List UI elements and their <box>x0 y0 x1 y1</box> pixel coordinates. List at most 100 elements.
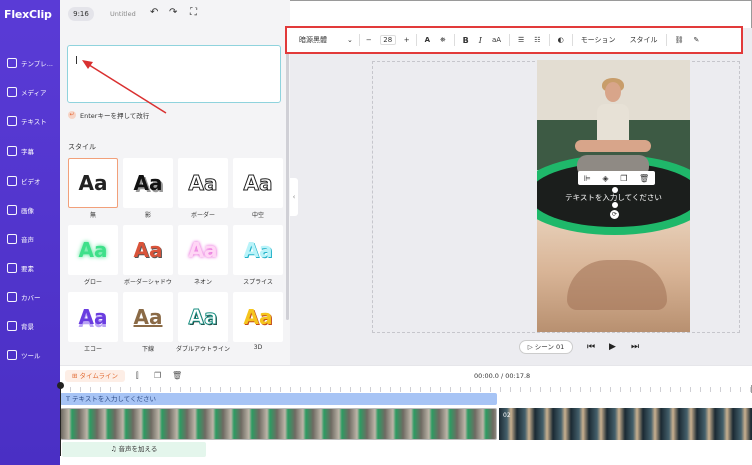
split-icon[interactable]: ⫿ <box>136 370 139 382</box>
font-family-select[interactable]: 暗源黑體 <box>299 35 327 45</box>
resize-handle[interactable] <box>612 187 618 193</box>
motion-button[interactable]: モーション <box>581 35 616 45</box>
highlight-color-icon[interactable]: ⛯ <box>440 36 446 45</box>
skip-back-icon[interactable]: ⏮ <box>587 340 595 354</box>
ruler-tick <box>250 387 251 392</box>
style-label: 3D <box>253 344 263 351</box>
style-echo[interactable]: Aa <box>68 292 118 342</box>
scene-selector[interactable]: ▷ シーン 01 <box>519 340 573 354</box>
ruler-tick <box>130 387 131 392</box>
style-label: 無 <box>89 212 96 219</box>
timeline-ruler[interactable] <box>60 385 752 393</box>
delete-clip-icon[interactable]: 🗑 <box>172 370 182 382</box>
undo-icon[interactable]: ↶ <box>150 8 158 18</box>
timeline-toggle-button[interactable]: ⊞ タイムライン <box>65 370 125 382</box>
edit-icon[interactable]: ✎ <box>693 36 699 44</box>
delete-icon[interactable]: 🗑 <box>639 174 649 183</box>
style-splice[interactable]: Aa <box>233 225 283 275</box>
person-head <box>605 82 621 102</box>
ruler-tick <box>350 387 351 392</box>
timeline-tracks: T テキストを入力してください 02 ♫ 音声を加える <box>60 393 752 465</box>
style-label: エコー <box>83 346 102 353</box>
project-title[interactable]: Untitled <box>110 10 136 18</box>
style-hollow[interactable]: Aa <box>233 158 283 208</box>
video-clip-1[interactable] <box>60 408 497 440</box>
ruler-tick <box>400 387 401 392</box>
ruler-tick <box>520 387 521 392</box>
ruler-tick <box>230 387 231 392</box>
toolbar-divider <box>571 34 573 46</box>
toolbar-divider <box>358 34 360 46</box>
add-audio-button[interactable]: ♫ 音声を加える <box>62 442 206 457</box>
video-icon <box>7 176 17 186</box>
play-icon[interactable]: ▶ <box>609 340 616 354</box>
style-neon[interactable]: Aa <box>178 225 228 275</box>
sidebar-item-templates[interactable]: テンプレ... <box>0 54 60 72</box>
text-input[interactable] <box>67 45 281 103</box>
ruler-tick <box>460 387 461 392</box>
ruler-tick <box>140 387 141 392</box>
duplicate-clip-icon[interactable]: ❐ <box>154 370 161 382</box>
sidebar-item-media[interactable]: メディア <box>0 83 60 101</box>
sidebar-item-audio[interactable]: 音声 <box>0 230 60 248</box>
bold-icon[interactable]: B <box>463 36 469 45</box>
line-spacing-icon[interactable]: ☷ <box>534 36 540 44</box>
ruler-tick <box>440 387 441 392</box>
opacity-icon[interactable]: ◐ <box>558 36 564 44</box>
video-clip-2[interactable] <box>499 408 752 440</box>
skip-forward-icon[interactable]: ⏭ <box>631 340 639 354</box>
font-size-input[interactable]: 28 <box>379 35 396 45</box>
text-color-icon[interactable]: A <box>425 36 430 44</box>
person-arms <box>575 140 651 152</box>
rotate-icon[interactable]: ⟳ <box>610 210 619 219</box>
resize-handle[interactable] <box>612 202 618 208</box>
style-button[interactable]: スタイル <box>630 35 658 45</box>
ruler-tick <box>660 387 661 392</box>
panel-scrollbar[interactable] <box>286 40 289 320</box>
align-center-icon[interactable]: ☰ <box>518 36 524 44</box>
ruler-tick <box>370 387 371 392</box>
sidebar-item-images[interactable]: 画像 <box>0 201 60 219</box>
audio-icon <box>7 234 17 244</box>
style-border-shadow[interactable]: Aa <box>123 225 173 275</box>
sidebar-item-tools[interactable]: ツール <box>0 346 60 364</box>
style-shadow[interactable]: Aa <box>123 158 173 208</box>
style-3d[interactable]: Aa <box>233 292 283 342</box>
redo-icon[interactable]: ↷ <box>169 8 177 18</box>
ruler-tick <box>540 387 541 392</box>
text-caret <box>76 56 77 64</box>
toolbar-divider <box>548 34 550 46</box>
sidebar-item-background[interactable]: 背景 <box>0 317 60 335</box>
ruler-tick <box>70 387 71 392</box>
ruler-tick <box>640 387 641 392</box>
ruler-tick <box>720 387 721 392</box>
style-border[interactable]: Aa <box>178 158 228 208</box>
sidebar-item-elements[interactable]: 要素 <box>0 259 60 277</box>
aspect-ratio-button[interactable]: 9:16 <box>68 7 94 21</box>
sidebar-item-video[interactable]: ビデオ <box>0 172 60 190</box>
text-track-clip[interactable]: T テキストを入力してください <box>60 393 497 405</box>
link-icon[interactable]: ⛓ <box>675 36 684 44</box>
collapse-panel-button[interactable]: ‹ <box>290 178 298 216</box>
chevron-down-icon[interactable]: ⌄ <box>347 36 353 44</box>
fullscreen-icon[interactable]: ⛶ <box>190 8 197 18</box>
ruler-tick <box>240 387 241 392</box>
playhead-line[interactable] <box>60 384 61 456</box>
font-size-increase-button[interactable]: + <box>404 36 410 44</box>
sidebar-item-text[interactable]: テキスト <box>0 112 60 130</box>
style-none[interactable]: Aa <box>68 158 118 208</box>
text-case-icon[interactable]: aA <box>492 36 501 44</box>
style-double-outline[interactable]: Aa <box>178 292 228 342</box>
playhead-handle[interactable] <box>57 382 64 389</box>
style-underline[interactable]: Aa <box>123 292 173 342</box>
style-glow[interactable]: Aa <box>68 225 118 275</box>
style-heading: スタイル <box>68 143 96 151</box>
italic-icon[interactable]: I <box>479 36 482 45</box>
layers-icon[interactable]: ◈ <box>602 174 608 183</box>
duplicate-icon[interactable]: ❐ <box>620 174 627 183</box>
font-size-decrease-button[interactable]: − <box>366 36 372 44</box>
align-icon[interactable]: ⊫ <box>584 174 591 183</box>
sidebar-item-cover[interactable]: カバー <box>0 288 60 306</box>
template-icon <box>7 58 17 68</box>
sidebar-item-subtitles[interactable]: 字幕 <box>0 142 60 160</box>
